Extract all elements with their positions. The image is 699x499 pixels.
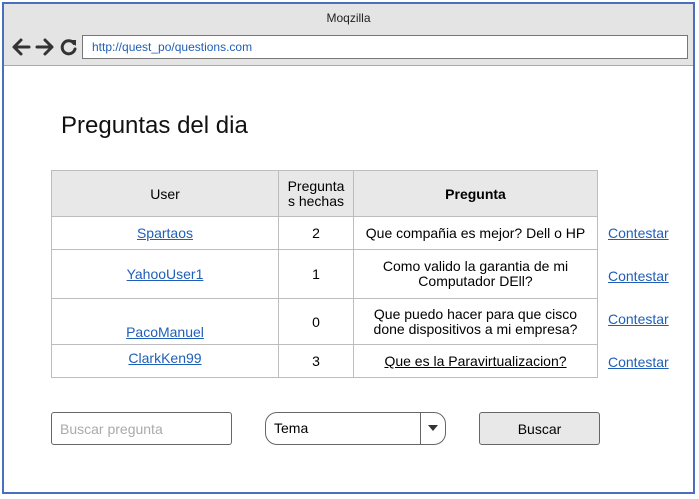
search-input[interactable] bbox=[51, 412, 232, 445]
table-row: PacoManuel 0 Que puedo hacer para que ci… bbox=[51, 298, 598, 345]
question-cell: Que compañia es mejor? Dell o HP bbox=[353, 216, 598, 250]
table-header-row: User Pregunta s hechas Pregunta bbox=[51, 170, 598, 217]
count-cell: 2 bbox=[278, 216, 354, 250]
column-header-count: Pregunta s hechas bbox=[278, 170, 354, 217]
answer-link[interactable]: Contestar bbox=[608, 225, 669, 241]
column-header-user: User bbox=[51, 170, 279, 217]
chevron-down-icon[interactable] bbox=[420, 413, 445, 444]
user-cell: Spartaos bbox=[51, 216, 279, 250]
back-icon[interactable] bbox=[11, 37, 31, 57]
search-button[interactable]: Buscar bbox=[479, 412, 600, 445]
window-title: Moqzilla bbox=[326, 11, 371, 25]
user-cell: YahooUser1 bbox=[51, 249, 279, 299]
page-title: Preguntas del dia bbox=[61, 112, 248, 139]
topic-select-value: Tema bbox=[274, 420, 309, 436]
user-link[interactable]: Spartaos bbox=[137, 225, 193, 241]
question-link[interactable]: Que es la Paravirtualizacion? bbox=[384, 353, 566, 369]
user-link[interactable]: ClarkKen99 bbox=[128, 350, 201, 366]
user-link[interactable]: YahooUser1 bbox=[127, 266, 204, 282]
user-link[interactable]: PacoManuel bbox=[126, 324, 204, 340]
user-cell: ClarkKen99 bbox=[51, 344, 279, 378]
browser-window: Moqzilla http://quest_po/questions.com P… bbox=[2, 2, 695, 494]
answer-link[interactable]: Contestar bbox=[608, 354, 669, 370]
user-cell: PacoManuel bbox=[51, 298, 279, 345]
reload-icon[interactable] bbox=[59, 37, 79, 57]
answer-link[interactable]: Contestar bbox=[608, 311, 669, 327]
column-header-question: Pregunta bbox=[353, 170, 598, 217]
questions-table: User Pregunta s hechas Pregunta Spartaos… bbox=[51, 170, 598, 378]
question-cell: Que es la Paravirtualizacion? bbox=[353, 344, 598, 378]
table-row: Spartaos 2 Que compañia es mejor? Dell o… bbox=[51, 216, 598, 250]
count-cell: 1 bbox=[278, 249, 354, 299]
address-bar[interactable]: http://quest_po/questions.com bbox=[82, 35, 688, 59]
question-cell: Como valido la garantia de mi Computador… bbox=[353, 249, 598, 299]
answer-link[interactable]: Contestar bbox=[608, 268, 669, 284]
count-cell: 3 bbox=[278, 344, 354, 378]
table-row: ClarkKen99 3 Que es la Paravirtualizacio… bbox=[51, 344, 598, 378]
forward-icon[interactable] bbox=[35, 37, 55, 57]
count-cell: 0 bbox=[278, 298, 354, 345]
topic-select[interactable]: Tema bbox=[265, 412, 446, 445]
question-cell: Que puedo hacer para que cisco done disp… bbox=[353, 298, 598, 345]
table-row: YahooUser1 1 Como valido la garantia de … bbox=[51, 249, 598, 299]
browser-titlebar: Moqzilla http://quest_po/questions.com bbox=[4, 4, 693, 66]
